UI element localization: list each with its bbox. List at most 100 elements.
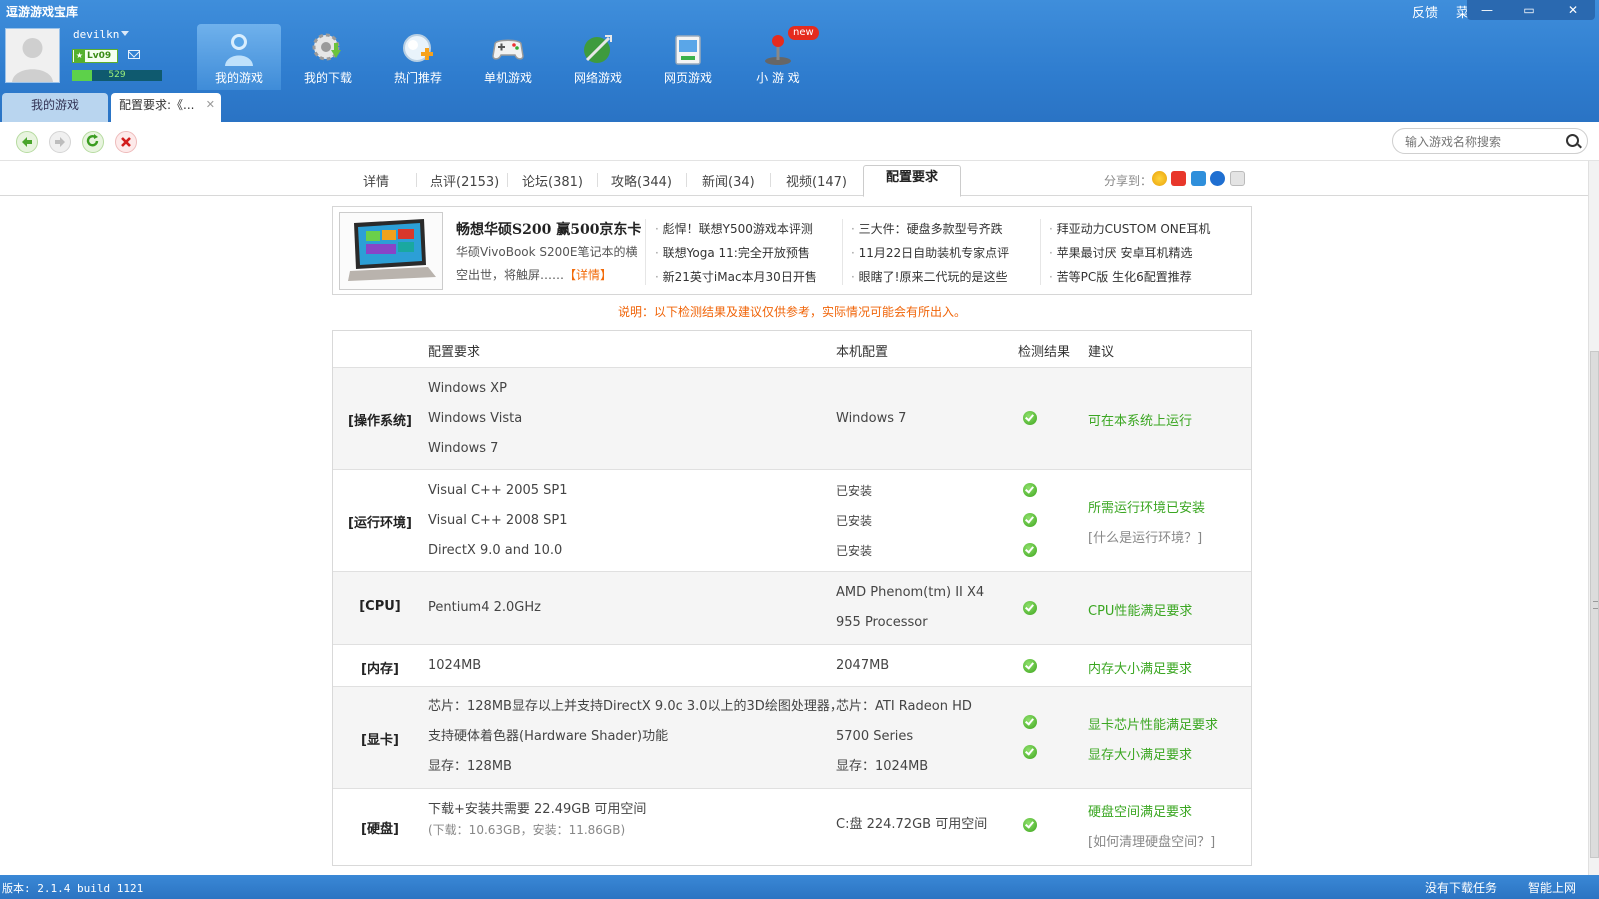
- download-gear-icon: [312, 33, 341, 61]
- tab-news[interactable]: 新闻(34): [702, 171, 755, 190]
- news-link[interactable]: 新21英寸iMac本月30日开售: [655, 265, 817, 289]
- tab-forum[interactable]: 论坛(381): [522, 171, 583, 190]
- news-link[interactable]: 11月22日自助装机专家点评: [851, 241, 1010, 265]
- stop-button[interactable]: [115, 131, 137, 153]
- ad-title[interactable]: 畅想华硕S200 赢500京东卡: [456, 219, 641, 239]
- tab-details[interactable]: 详情: [363, 171, 389, 190]
- divider: [686, 173, 687, 187]
- table-row-gpu: [显卡] 芯片：128MB显存以上并支持DirectX 9.0c 3.0以上的3…: [333, 687, 1251, 789]
- check-icon: [1023, 543, 1037, 557]
- mail-icon[interactable]: [128, 50, 140, 59]
- nav-label: 网络游戏: [573, 71, 622, 85]
- share-label: 分享到：: [1104, 174, 1153, 188]
- news-link[interactable]: 拜亚动力CUSTOM ONE耳机: [1049, 217, 1211, 241]
- search-icon[interactable]: [1566, 134, 1579, 147]
- renren-share-icon[interactable]: [1210, 171, 1225, 186]
- check-icon: [1023, 715, 1037, 729]
- advice-text: CPU性能满足要求: [1088, 604, 1193, 619]
- copy-link-icon[interactable]: [1230, 171, 1245, 186]
- news-link[interactable]: 苹果最讨厌 安卓耳机精选: [1049, 241, 1210, 265]
- req-value: Windows 7: [428, 441, 499, 456]
- window-controls: — ▭ ✕: [1467, 0, 1595, 20]
- user-game-icon: [225, 34, 253, 66]
- minimize-button[interactable]: —: [1471, 0, 1503, 20]
- advice-text: 显存大小满足要求: [1088, 748, 1193, 763]
- req-value: 支持硬体着色器(Hardware Shader)功能: [428, 729, 669, 744]
- row-category: [硬盘]: [361, 822, 399, 837]
- weibo-share-icon[interactable]: [1171, 171, 1186, 186]
- refresh-icon: [86, 134, 99, 147]
- tab-config-requirements[interactable]: 配置要求:《... ✕: [111, 93, 221, 122]
- local-value: C:盘 224.72GB 可用空间: [836, 817, 988, 832]
- disk-help-link[interactable]: [如何清理硬盘空间？]: [1088, 831, 1215, 850]
- tab-label: 我的游戏: [30, 98, 79, 112]
- advice-text: 所需运行环境已安装: [1088, 501, 1206, 516]
- table-row-runtime: [运行环境] Visual C++ 2005 SP1 Visual C++ 20…: [333, 470, 1251, 572]
- nav-my-games[interactable]: 我的游戏: [197, 24, 281, 90]
- tab-videos[interactable]: 视频(147): [786, 171, 847, 190]
- laptop-image[interactable]: [339, 212, 443, 290]
- nav-label: 热门推荐: [393, 71, 442, 85]
- news-link[interactable]: 眼瞎了!原来二代玩的是这些: [851, 265, 1009, 289]
- tab-guides[interactable]: 攻略(344): [611, 171, 672, 190]
- local-value: 芯片：ATI Radeon HD: [836, 699, 972, 714]
- req-value: Windows Vista: [428, 411, 523, 426]
- nav-single-games[interactable]: 单机游戏: [466, 24, 550, 90]
- check-icon: [1023, 601, 1037, 615]
- news-link[interactable]: 彪悍！联想Y500游戏本评测: [655, 217, 817, 241]
- nav-online-games[interactable]: 网络游戏: [556, 24, 640, 90]
- nav-web-games[interactable]: 网页游戏: [646, 24, 730, 90]
- local-value: AMD Phenom(tm) II X4: [836, 585, 985, 600]
- news-link[interactable]: 苦等PC版 生化6配置推荐: [1049, 265, 1210, 289]
- nav-hot-recommend[interactable]: 热门推荐: [376, 24, 460, 90]
- divider: [416, 173, 417, 187]
- search-input[interactable]: [1403, 133, 1557, 151]
- star-icon: ★: [74, 50, 85, 62]
- table-row-cpu: [CPU] Pentium4 2.0GHz AMD Phenom(tm) II …: [333, 572, 1251, 645]
- level-badge: ★ Lv09: [72, 49, 118, 63]
- req-value: Visual C++ 2005 SP1: [428, 483, 568, 498]
- tab-reviews[interactable]: 点评(2153): [430, 171, 499, 190]
- restore-button[interactable]: ▭: [1513, 0, 1545, 20]
- download-status[interactable]: 没有下载任务: [1425, 879, 1497, 896]
- qzone-share-icon[interactable]: [1152, 171, 1167, 186]
- runtime-help-link[interactable]: [什么是运行环境？]: [1088, 527, 1202, 546]
- close-button[interactable]: ✕: [1557, 0, 1589, 20]
- username[interactable]: devilkn: [73, 28, 119, 41]
- avatar[interactable]: [5, 28, 60, 83]
- exp-bar: 529: [72, 70, 162, 81]
- version-text: 版本: 2.1.4 build 1121: [2, 882, 144, 895]
- tab-my-games[interactable]: 我的游戏: [2, 93, 108, 122]
- close-icon[interactable]: ✕: [206, 93, 215, 117]
- nav-my-downloads[interactable]: 我的下载: [286, 24, 370, 90]
- req-value: Windows XP: [428, 381, 507, 396]
- feedback-button[interactable]: 反馈: [1412, 2, 1438, 21]
- news-link[interactable]: 三大件：硬盘多款型号齐跌: [851, 217, 1009, 241]
- check-icon: [1023, 745, 1037, 759]
- hot-recommend-icon: [403, 34, 433, 62]
- divider: [597, 173, 598, 187]
- ad-banner: 畅想华硕S200 赢500京东卡 华硕VivoBook S200E笔记本的横空出…: [332, 206, 1252, 295]
- local-value: 已安装: [836, 514, 873, 528]
- detail-tabs: 详情 点评(2153) 论坛(381) 攻略(344) 新闻(34) 视频(14…: [0, 161, 1588, 197]
- advice-text: 可在本系统上运行: [1088, 414, 1193, 429]
- chevron-down-icon[interactable]: [121, 31, 129, 36]
- tencent-weibo-share-icon[interactable]: [1191, 171, 1206, 186]
- back-button[interactable]: [16, 131, 38, 153]
- scrollbar[interactable]: [1588, 161, 1599, 875]
- config-table: 配置要求 本机配置 检测结果 建议 [操作系统] Windows XP Wind…: [332, 330, 1252, 866]
- forward-button[interactable]: [49, 131, 71, 153]
- nav-label: 我的游戏: [214, 71, 263, 85]
- network-game-icon: [584, 35, 612, 63]
- local-value: 955 Processor: [836, 615, 928, 630]
- advice-text: 显卡芯片性能满足要求: [1088, 718, 1219, 733]
- refresh-button[interactable]: [82, 131, 104, 153]
- check-icon: [1023, 513, 1037, 527]
- arrow-right-icon: [55, 137, 65, 147]
- scrollbar-thumb[interactable]: [1590, 351, 1599, 858]
- header-result: 检测结果: [1018, 345, 1071, 360]
- news-link[interactable]: 联想Yoga 11:完全开放预售: [655, 241, 817, 265]
- smart-network-button[interactable]: 智能上网: [1528, 879, 1576, 896]
- ad-details-link[interactable]: 【详情】: [564, 268, 612, 282]
- tab-config[interactable]: 配置要求: [863, 165, 962, 197]
